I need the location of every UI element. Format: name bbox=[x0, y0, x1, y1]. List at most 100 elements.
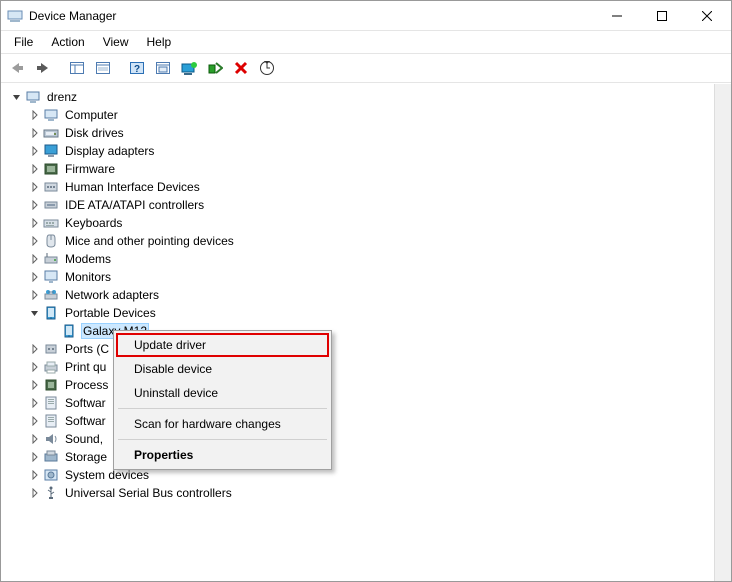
hid-icon bbox=[43, 179, 59, 195]
usb-icon bbox=[43, 485, 59, 501]
tree-container: drenz Computer Disk drives Display adapters… bbox=[1, 83, 731, 581]
context-menu: Update driverDisable deviceUninstall dev… bbox=[113, 330, 332, 470]
context-menu-item[interactable]: Disable device bbox=[116, 357, 329, 381]
context-menu-separator bbox=[118, 408, 327, 409]
tree-node[interactable]: IDE ATA/ATAPI controllers bbox=[5, 196, 714, 214]
cpu-icon bbox=[43, 377, 59, 393]
expand-icon[interactable] bbox=[27, 377, 43, 393]
device-tree[interactable]: drenz Computer Disk drives Display adapters… bbox=[1, 84, 714, 581]
expand-icon[interactable] bbox=[27, 449, 43, 465]
expand-icon[interactable] bbox=[27, 161, 43, 177]
expand-icon[interactable] bbox=[27, 287, 43, 303]
tree-node-label: Modems bbox=[63, 252, 113, 266]
tree-node-label: Process bbox=[63, 378, 110, 392]
collapse-icon[interactable] bbox=[27, 305, 43, 321]
help-button[interactable]: ? bbox=[125, 56, 149, 80]
tree-node-label: IDE ATA/ATAPI controllers bbox=[63, 198, 206, 212]
close-button[interactable] bbox=[684, 1, 729, 30]
tree-node[interactable]: System devices bbox=[5, 466, 714, 484]
expand-icon[interactable] bbox=[27, 197, 43, 213]
tree-node[interactable]: Sound, bbox=[5, 430, 714, 448]
tree-node[interactable]: Universal Serial Bus controllers bbox=[5, 484, 714, 502]
expand-icon[interactable] bbox=[27, 395, 43, 411]
tree-node-label: Softwar bbox=[63, 414, 108, 428]
tree-node[interactable]: Softwar bbox=[5, 412, 714, 430]
tree-node[interactable]: Human Interface Devices bbox=[5, 178, 714, 196]
expand-icon[interactable] bbox=[27, 233, 43, 249]
collapse-icon[interactable] bbox=[9, 89, 25, 105]
expand-icon[interactable] bbox=[27, 215, 43, 231]
expand-icon[interactable] bbox=[27, 467, 43, 483]
tree-node[interactable]: Print qu bbox=[5, 358, 714, 376]
scan-hardware-button[interactable] bbox=[255, 56, 279, 80]
tree-node-label: Portable Devices bbox=[63, 306, 158, 320]
menu-action[interactable]: Action bbox=[42, 33, 93, 51]
computer-icon bbox=[43, 107, 59, 123]
software-icon bbox=[43, 413, 59, 429]
menu-file[interactable]: File bbox=[5, 33, 42, 51]
tree-node-label: Ports (C bbox=[63, 342, 111, 356]
menu-view[interactable]: View bbox=[94, 33, 138, 51]
back-button[interactable] bbox=[5, 56, 29, 80]
context-menu-item[interactable]: Properties bbox=[116, 443, 329, 467]
show-hide-tree-button[interactable] bbox=[65, 56, 89, 80]
tree-node[interactable]: Process bbox=[5, 376, 714, 394]
tree-node[interactable]: drenz bbox=[5, 88, 714, 106]
expand-icon[interactable] bbox=[27, 107, 43, 123]
titlebar: Device Manager bbox=[1, 1, 731, 31]
tree-node[interactable]: Firmware bbox=[5, 160, 714, 178]
minimize-button[interactable] bbox=[594, 1, 639, 30]
tree-node-label: Print qu bbox=[63, 360, 108, 374]
expand-icon[interactable] bbox=[27, 269, 43, 285]
maximize-button[interactable] bbox=[639, 1, 684, 30]
expand-icon[interactable] bbox=[27, 179, 43, 195]
tree-node[interactable]: Softwar bbox=[5, 394, 714, 412]
tree-node[interactable]: Display adapters bbox=[5, 142, 714, 160]
portable-icon bbox=[43, 305, 59, 321]
tree-node[interactable]: Modems bbox=[5, 250, 714, 268]
context-menu-item[interactable]: Scan for hardware changes bbox=[116, 412, 329, 436]
keyboard-icon bbox=[43, 215, 59, 231]
tree-node[interactable]: Network adapters bbox=[5, 286, 714, 304]
tree-node-label: Mice and other pointing devices bbox=[63, 234, 236, 248]
expand-icon[interactable] bbox=[27, 125, 43, 141]
tree-node-label: Disk drives bbox=[63, 126, 126, 140]
firmware-icon bbox=[43, 161, 59, 177]
update-driver-button[interactable] bbox=[177, 56, 201, 80]
expand-icon[interactable] bbox=[27, 431, 43, 447]
tree-node-label: Storage bbox=[63, 450, 109, 464]
tree-node[interactable]: Storage bbox=[5, 448, 714, 466]
expand-icon[interactable] bbox=[27, 143, 43, 159]
menu-help[interactable]: Help bbox=[138, 33, 181, 51]
tree-node-label: drenz bbox=[45, 90, 79, 104]
window-title: Device Manager bbox=[29, 9, 594, 23]
vertical-scrollbar[interactable] bbox=[714, 84, 731, 581]
tree-node[interactable]: Keyboards bbox=[5, 214, 714, 232]
properties-button[interactable] bbox=[91, 56, 115, 80]
expand-icon[interactable] bbox=[27, 251, 43, 267]
tree-node[interactable]: Portable Devices bbox=[5, 304, 714, 322]
tree-node[interactable]: Ports (C bbox=[5, 340, 714, 358]
enable-device-button[interactable] bbox=[203, 56, 227, 80]
toolbar: ? bbox=[1, 53, 731, 83]
expand-icon[interactable] bbox=[27, 413, 43, 429]
uninstall-button[interactable] bbox=[229, 56, 253, 80]
device-icon bbox=[61, 323, 77, 339]
tree-node[interactable]: Galaxy M12 bbox=[5, 322, 714, 340]
action-menu-button[interactable] bbox=[151, 56, 175, 80]
forward-button[interactable] bbox=[31, 56, 55, 80]
tree-node[interactable]: Disk drives bbox=[5, 124, 714, 142]
expand-icon[interactable] bbox=[27, 359, 43, 375]
expand-icon[interactable] bbox=[27, 341, 43, 357]
tree-node-label: Softwar bbox=[63, 396, 108, 410]
tree-node-label: Network adapters bbox=[63, 288, 161, 302]
tree-node[interactable]: Mice and other pointing devices bbox=[5, 232, 714, 250]
context-menu-item[interactable]: Uninstall device bbox=[116, 381, 329, 405]
menubar: File Action View Help bbox=[1, 31, 731, 53]
tree-node-label: System devices bbox=[63, 468, 151, 482]
expand-icon[interactable] bbox=[27, 485, 43, 501]
tree-node[interactable]: Computer bbox=[5, 106, 714, 124]
disk-icon bbox=[43, 125, 59, 141]
context-menu-item[interactable]: Update driver bbox=[116, 333, 329, 357]
tree-node[interactable]: Monitors bbox=[5, 268, 714, 286]
